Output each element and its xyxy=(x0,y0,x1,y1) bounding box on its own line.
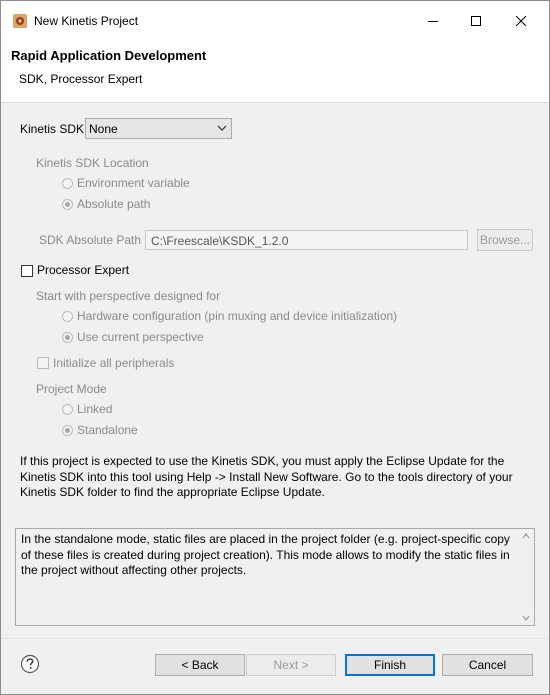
description-text: In the standalone mode, static files are… xyxy=(21,532,510,577)
sdk-absolute-path-value: C:\Freescale\KSDK_1.2.0 xyxy=(151,234,289,248)
cancel-button[interactable]: Cancel xyxy=(442,654,533,676)
title-bar[interactable]: New Kinetis Project xyxy=(1,1,549,41)
maximize-icon xyxy=(470,16,481,26)
new-kinetis-project-dialog: New Kinetis Project Rapid Application De… xyxy=(0,0,550,695)
initialize-peripherals-checkbox[interactable] xyxy=(37,357,49,369)
next-button[interactable]: Next > xyxy=(246,654,336,676)
kinetis-app-icon xyxy=(13,14,27,28)
sdk-absolute-path-label: SDK Absolute Path xyxy=(39,233,142,247)
bottom-divider xyxy=(1,638,549,639)
help-icon[interactable] xyxy=(20,654,40,674)
back-button[interactable]: < Back xyxy=(155,654,245,676)
sdk-info-text: If this project is expected to use the K… xyxy=(20,454,513,499)
close-button[interactable] xyxy=(498,1,543,41)
hardware-configuration-radio[interactable] xyxy=(62,311,73,322)
scroll-down-icon[interactable] xyxy=(522,615,530,621)
initialize-peripherals-label: Initialize all peripherals xyxy=(53,356,175,370)
browse-button[interactable]: Browse... xyxy=(477,229,533,251)
maximize-button[interactable] xyxy=(453,1,498,41)
description-box[interactable]: In the standalone mode, static files are… xyxy=(15,528,535,626)
project-mode-label: Project Mode xyxy=(36,382,107,396)
close-icon xyxy=(515,16,526,26)
use-current-perspective-radio[interactable] xyxy=(62,332,73,343)
wizard-header: Rapid Application Development SDK, Proce… xyxy=(1,41,549,103)
sdk-absolute-path-field[interactable]: C:\Freescale\KSDK_1.2.0 xyxy=(145,230,468,250)
scroll-up-icon[interactable] xyxy=(522,533,530,539)
linked-radio[interactable] xyxy=(62,404,73,415)
finish-button[interactable]: Finish xyxy=(345,654,435,676)
environment-variable-label: Environment variable xyxy=(77,176,190,190)
sdk-location-label: Kinetis SDK Location xyxy=(36,156,149,170)
minimize-icon xyxy=(427,21,438,22)
absolute-path-label: Absolute path xyxy=(77,197,151,211)
page-subtitle: SDK, Processor Expert xyxy=(19,72,143,86)
perspective-label: Start with perspective designed for xyxy=(36,289,221,303)
chevron-down-icon xyxy=(217,125,227,131)
hardware-configuration-label: Hardware configuration (pin muxing and d… xyxy=(77,309,398,323)
environment-variable-radio[interactable] xyxy=(62,178,73,189)
processor-expert-checkbox[interactable] xyxy=(21,265,33,277)
use-current-perspective-label: Use current perspective xyxy=(77,330,204,344)
window-title: New Kinetis Project xyxy=(34,14,139,28)
linked-label: Linked xyxy=(77,402,113,416)
kinetis-sdk-select[interactable]: None xyxy=(85,118,232,139)
absolute-path-radio[interactable] xyxy=(62,199,73,210)
kinetis-sdk-value: None xyxy=(89,122,118,136)
standalone-label: Standalone xyxy=(77,423,138,437)
minimize-button[interactable] xyxy=(410,1,455,41)
processor-expert-label: Processor Expert xyxy=(37,263,130,277)
page-title: Rapid Application Development xyxy=(11,48,207,63)
standalone-radio[interactable] xyxy=(62,425,73,436)
kinetis-sdk-label: Kinetis SDK xyxy=(20,122,85,136)
